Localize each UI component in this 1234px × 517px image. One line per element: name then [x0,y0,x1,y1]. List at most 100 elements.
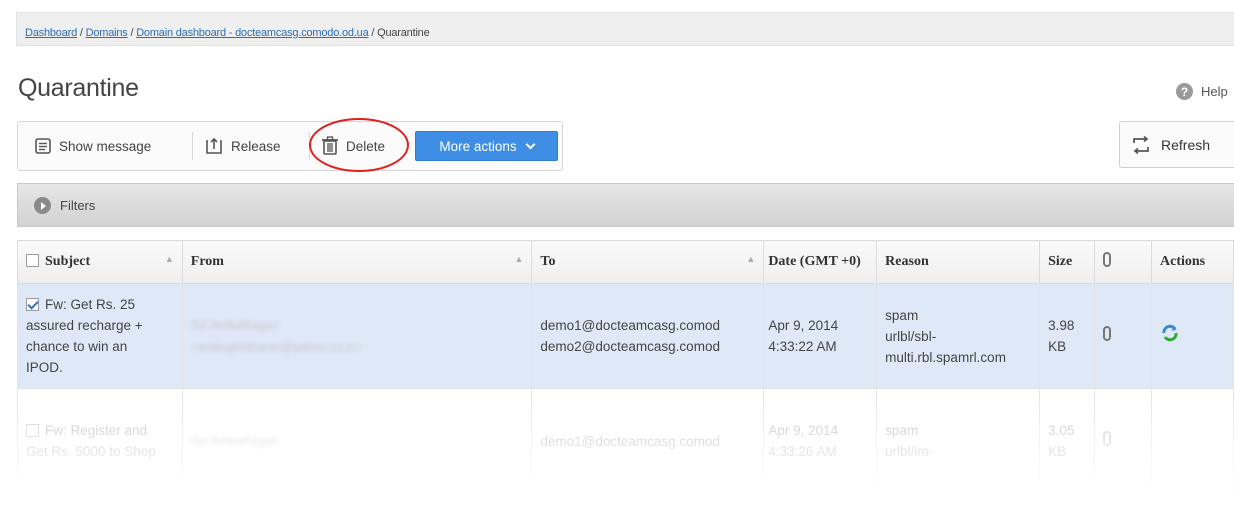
column-header-to[interactable]: To ▲ [531,240,765,284]
sender-name: Siri Ambathagan [190,434,279,448]
refresh-icon [1133,135,1149,154]
table-row[interactable]: Fw: Get Rs. 25 assured recharge + chance… [17,283,1234,389]
cell-date: Apr 9, 2014 4:33:26 AM [763,388,878,494]
cell-actions [1151,388,1234,494]
trash-icon [322,136,338,155]
filters-label: Filters [60,197,96,213]
delete-label: Delete [346,138,386,154]
action-toolbar: Show message Release Delete More actions [17,121,563,171]
attachment-icon [1103,430,1112,446]
column-header-attachment[interactable] [1094,240,1152,284]
select-all-checkbox[interactable] [26,254,39,267]
sort-icon: ▲ [164,254,174,264]
size-unit: KB [1048,339,1067,354]
cell-reason: spam urlbl/im- [876,388,1041,494]
breadcrumb-domains-link[interactable]: Domains [86,27,128,39]
time-value: 4:33:26 AM [768,444,837,459]
time-value: 4:33:22 AM [768,339,837,354]
table-header-row: Subject ▲ From ▲ To ▲ Date (GMT +0) Reas… [17,240,1234,284]
subject-line: Fw: Register and [45,423,148,438]
cell-date: Apr 9, 2014 4:33:22 AM [763,283,878,389]
reason-line: urlbl/im- [885,444,934,459]
toolbar-divider [192,132,193,160]
show-message-button[interactable]: Show message [28,130,151,162]
more-actions-button[interactable]: More actions [415,131,558,161]
row-checkbox[interactable] [26,298,39,311]
cell-attachment [1094,283,1152,389]
expand-arrow-icon [34,196,51,214]
size-value: 3.05 [1048,423,1075,438]
message-icon [35,138,51,154]
help-icon: ? [1176,83,1193,100]
page-title: Quarantine [18,74,139,102]
reason-line: multi.rbl.spamrl.com [885,349,1006,365]
cell-from: Siri Ambathagan [181,388,533,494]
breadcrumb-domain-dashboard-link[interactable]: Domain dashboard - docteamcasg.comodo.od… [136,27,369,39]
date-value: Apr 9, 2014 [768,423,839,438]
column-header-reason[interactable]: Reason [876,240,1041,284]
date-value: Apr 9, 2014 [768,318,839,333]
recipient-email: demo2@docteamcasg.comod [540,339,720,354]
column-label-subject: Subject [45,254,91,269]
cell-from: Siri Ambathagan <ambughidharan@yahoo.co.… [181,283,533,389]
release-action-icon[interactable] [1160,323,1180,343]
cell-to: demo1@docteamcasg.comod [531,388,765,494]
column-header-from[interactable]: From ▲ [181,240,533,284]
more-actions-label: More actions [439,138,517,154]
subject-line: Fw: Get Rs. 25 [45,297,136,312]
help-link[interactable]: ? Help [1176,83,1228,100]
subject-line: IPOD. [26,360,63,375]
column-header-size[interactable]: Size [1039,240,1096,284]
sort-icon: ▲ [514,254,524,264]
column-label-size: Size [1048,254,1073,269]
column-label-to: To [540,254,556,269]
sender-email: <ambughidharan@yahoo.co.in> [190,340,362,354]
subject-line: chance to win an [26,339,128,354]
recipient-email: demo1@docteamcasg.comod [540,433,720,449]
cell-actions [1151,283,1234,389]
breadcrumb: Dashboard / Domains / Domain dashboard -… [16,12,1234,46]
attachment-icon [1103,252,1112,267]
release-button[interactable]: Release [198,130,281,162]
cell-reason: spam urlbl/sbl- multi.rbl.spamrl.com [876,283,1041,389]
chevron-down-icon [525,139,536,149]
delete-button[interactable]: Delete [315,130,385,162]
attachment-icon [1103,325,1112,341]
breadcrumb-current: Quarantine [377,27,430,39]
quarantine-table: Subject ▲ From ▲ To ▲ Date (GMT +0) Reas… [17,240,1234,494]
size-value: 3.98 [1048,318,1075,333]
column-header-date[interactable]: Date (GMT +0) [763,240,878,284]
column-label-reason: Reason [885,254,929,269]
breadcrumb-separator: / [368,27,378,39]
release-icon [206,137,222,154]
release-label: Release [231,138,281,154]
column-header-subject[interactable]: Subject ▲ [17,240,183,284]
cell-to: demo1@docteamcasg.comod demo2@docteamcas… [531,283,765,389]
refresh-button[interactable]: Refresh [1119,121,1234,168]
sort-icon: ▲ [746,254,756,264]
subject-line: assured recharge + [26,318,143,333]
reason-line: spam [885,423,919,438]
breadcrumb-dashboard-link[interactable]: Dashboard [25,27,77,39]
column-label-date: Date (GMT +0) [768,254,861,269]
table-row[interactable]: Fw: Register and Get Rs. 5000 to Shop Si… [17,388,1234,494]
cell-subject: Fw: Get Rs. 25 assured recharge + chance… [17,283,183,389]
size-unit: KB [1048,444,1067,459]
sender-name: Siri Ambathagan [190,318,279,332]
show-message-label: Show message [59,138,152,154]
column-label-actions: Actions [1160,254,1206,269]
reason-line: urlbl/sbl- [885,328,937,344]
recipient-email: demo1@docteamcasg.comod [540,318,720,333]
cell-attachment [1094,388,1152,494]
cell-size: 3.98 KB [1039,283,1096,389]
toolbar-divider [309,132,310,160]
help-label: Help [1201,84,1228,99]
reason-line: spam [885,307,919,323]
refresh-label: Refresh [1161,136,1211,153]
cell-size: 3.05 KB [1039,388,1096,494]
filters-panel-toggle[interactable]: Filters [17,183,1234,227]
breadcrumb-separator: / [77,27,86,39]
cell-subject: Fw: Register and Get Rs. 5000 to Shop [17,388,183,494]
row-checkbox[interactable] [26,424,39,437]
breadcrumb-separator: / [127,27,137,39]
